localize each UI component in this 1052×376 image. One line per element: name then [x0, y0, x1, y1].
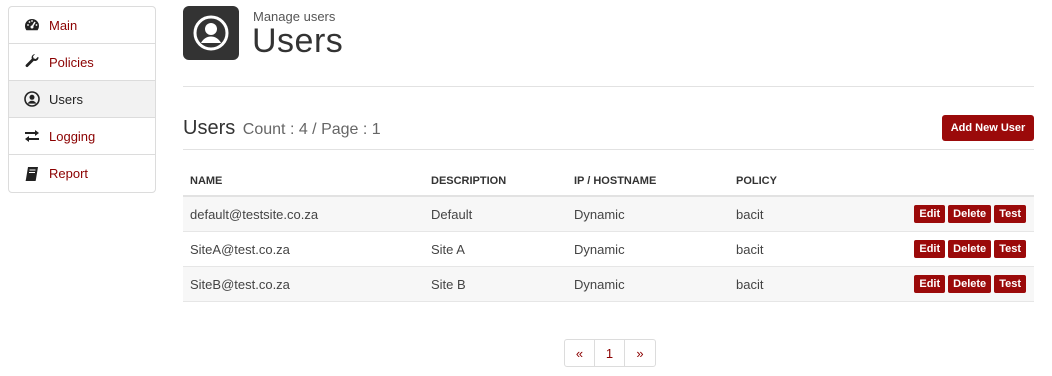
sidebar-item-label: Logging: [49, 128, 96, 144]
sidebar-item-main[interactable]: Main: [9, 7, 155, 44]
sidebar-item-label: Main: [49, 17, 78, 33]
edit-button[interactable]: Edit: [914, 205, 946, 223]
sidebar-item-users[interactable]: Users: [9, 81, 155, 118]
sidebar-item-label: Report: [49, 166, 89, 181]
delete-button[interactable]: Delete: [948, 275, 992, 293]
table-row: SiteA@test.co.za Site A Dynamic bacit Ed…: [183, 232, 1034, 267]
pagination-next[interactable]: »: [625, 340, 655, 366]
table-row: SiteB@test.co.za Site B Dynamic bacit Ed…: [183, 267, 1034, 302]
row-actions: Edit Delete Test: [914, 205, 1026, 223]
user-count-meta: Count : 4 / Page : 1: [242, 121, 381, 138]
section-divider: [183, 149, 1034, 150]
add-new-user-button[interactable]: Add New User: [942, 115, 1034, 141]
edit-button[interactable]: Edit: [914, 275, 946, 293]
sidebar-item-label: Policies: [49, 54, 94, 70]
edit-button[interactable]: Edit: [914, 240, 946, 258]
cell-policy: bacit: [736, 206, 764, 222]
sidebar-nav: Main Policies Users Logging Report: [8, 6, 156, 193]
row-actions: Edit Delete Test: [914, 240, 1026, 258]
wrench-icon: [23, 53, 41, 71]
sidebar-item-label: Users: [49, 91, 83, 107]
user-circle-icon: [23, 90, 41, 108]
test-button[interactable]: Test: [994, 240, 1026, 258]
cell-name: SiteB@test.co.za: [190, 276, 290, 292]
page-title: Users: [252, 22, 344, 60]
pagination-page-1[interactable]: 1: [595, 340, 625, 366]
cell-name: default@testsite.co.za: [190, 206, 319, 222]
table-row: default@testsite.co.za Default Dynamic b…: [183, 197, 1034, 232]
cell-description: Site A: [431, 241, 465, 257]
user-circle-icon: [193, 15, 229, 51]
column-header-ip: IP / HOSTNAME: [574, 174, 657, 187]
cell-ip: Dynamic: [574, 241, 625, 257]
users-header-icon: [183, 6, 239, 60]
delete-button[interactable]: Delete: [948, 205, 992, 223]
test-button[interactable]: Test: [994, 275, 1026, 293]
book-icon: [23, 165, 41, 183]
delete-button[interactable]: Delete: [948, 240, 992, 258]
dashboard-icon: [23, 16, 41, 34]
section-title-text: Users: [183, 117, 236, 139]
header-divider: [183, 86, 1034, 87]
column-header-name: NAME: [190, 174, 223, 187]
cell-policy: bacit: [736, 241, 764, 257]
test-button[interactable]: Test: [994, 205, 1026, 223]
pagination-prev[interactable]: «: [565, 340, 595, 366]
column-header-policy: POLICY: [736, 174, 777, 187]
column-header-description: DESCRIPTION: [431, 174, 507, 187]
section-title: Users Count : 4 / Page : 1: [183, 117, 381, 140]
sidebar-item-report[interactable]: Report: [9, 155, 155, 192]
row-actions: Edit Delete Test: [914, 275, 1026, 293]
users-table: NAME DESCRIPTION IP / HOSTNAME POLICY de…: [183, 166, 1034, 302]
cell-ip: Dynamic: [574, 276, 625, 292]
table-header-row: NAME DESCRIPTION IP / HOSTNAME POLICY: [183, 166, 1034, 197]
cell-description: Default: [431, 206, 473, 222]
sidebar-item-policies[interactable]: Policies: [9, 44, 155, 81]
cell-description: Site B: [431, 276, 466, 292]
cell-name: SiteA@test.co.za: [190, 241, 290, 257]
exchange-icon: [23, 127, 41, 145]
cell-policy: bacit: [736, 276, 764, 292]
pagination: « 1 »: [564, 339, 656, 367]
cell-ip: Dynamic: [574, 206, 625, 222]
sidebar-item-logging[interactable]: Logging: [9, 118, 155, 155]
